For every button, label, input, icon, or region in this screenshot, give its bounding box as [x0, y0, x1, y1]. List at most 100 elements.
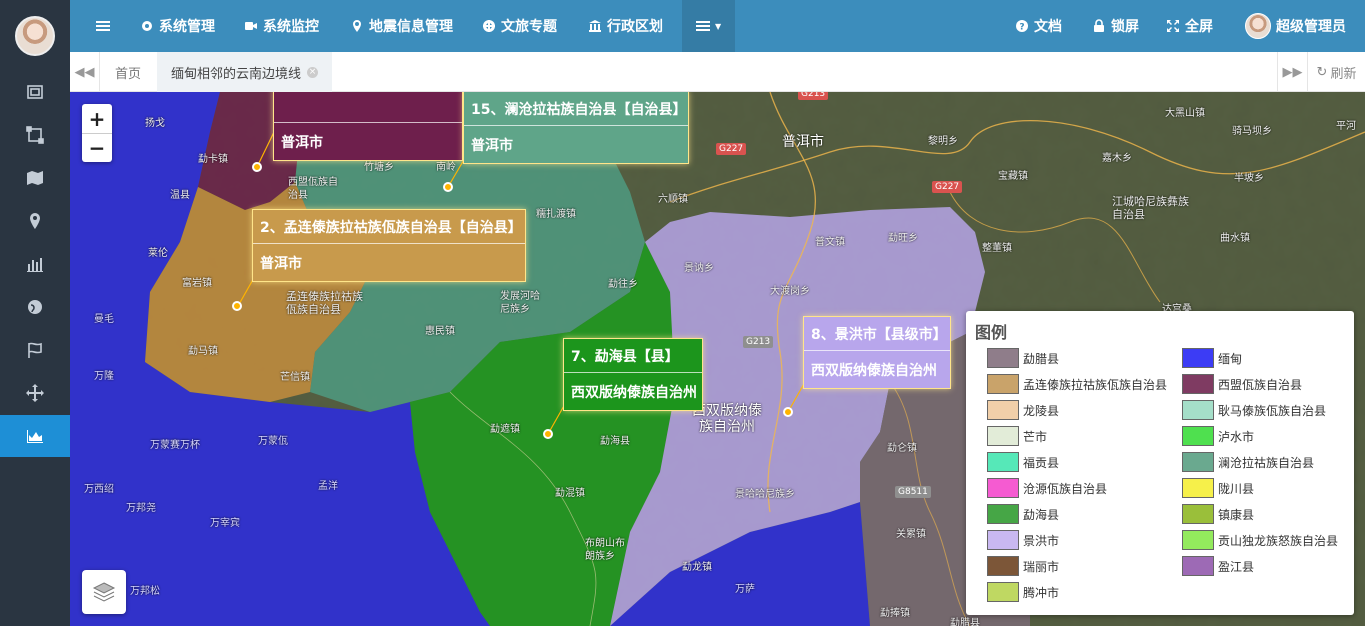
place-label: 勐捧镇	[880, 608, 910, 619]
legend-item[interactable]: 缅甸	[1182, 347, 1242, 369]
tab-scroll-left-button[interactable]: ◀◀	[70, 52, 100, 92]
place-label: 景哈哈尼族乡	[735, 489, 795, 500]
map-pin[interactable]	[232, 301, 242, 311]
place-label: 勐往乡	[608, 279, 638, 290]
legend-item[interactable]: 沧源佤族自治县	[987, 477, 1107, 499]
place-label: 半坡乡	[1234, 173, 1264, 184]
zoom-out-button[interactable]: −	[82, 133, 112, 162]
legend-swatch	[987, 478, 1019, 498]
legend-item[interactable]: 腾冲市	[987, 581, 1059, 603]
layers-button[interactable]	[82, 570, 126, 614]
legend-item[interactable]: 瑞丽市	[987, 555, 1059, 577]
lock-screen-button[interactable]: 锁屏	[1092, 0, 1139, 52]
expand-icon	[1167, 20, 1179, 32]
legend-label: 西盟佤族自治县	[1218, 377, 1303, 392]
place-label: 整董镇	[982, 243, 1012, 254]
callout-menglian[interactable]: 2、孟连傣族拉祜族佤族自治县【自治县】 普洱市	[252, 209, 526, 282]
close-icon[interactable]: ×	[307, 66, 319, 78]
sidebar-item-crop[interactable]	[0, 114, 70, 156]
legend-label: 耿马傣族佤族自治县	[1218, 403, 1327, 418]
legend-item[interactable]: 龙陵县	[987, 399, 1059, 421]
place-label: 普洱市	[782, 134, 824, 150]
callout-lancang[interactable]: 15、澜沧拉祜族自治县【自治县】 普洱市	[463, 92, 689, 164]
legend-item[interactable]: 耿马傣族佤族自治县	[1182, 399, 1326, 421]
place-label: 万萨	[735, 584, 755, 595]
callout-title: 2、孟连傣族拉祜族佤族自治县【自治县】	[260, 219, 522, 236]
refresh-button[interactable]: ↻ 刷新	[1307, 52, 1365, 92]
tab-home[interactable]: 首页	[101, 52, 155, 92]
legend-item[interactable]: 盈江县	[1182, 555, 1254, 577]
menu-admin-division[interactable]: 行政区划	[588, 0, 663, 52]
legend-item[interactable]: 景洪市	[987, 529, 1059, 551]
sidebar-item-map[interactable]	[0, 157, 70, 199]
place-label: 勐马镇	[188, 346, 218, 357]
globe-icon	[28, 300, 42, 314]
menu-system-management[interactable]: 系统管理	[140, 0, 215, 52]
legend-swatch	[1182, 348, 1214, 368]
refresh-icon: ↻	[1316, 64, 1328, 80]
sidebar-item-move[interactable]	[0, 372, 70, 414]
sidebar-avatar[interactable]	[15, 16, 55, 56]
tab-scroll-right-button[interactable]: ▶▶	[1277, 52, 1307, 92]
institution-icon	[589, 20, 601, 32]
legend-label: 勐腊县	[1023, 351, 1060, 366]
callout-ximeng[interactable]: 普洱市	[273, 92, 463, 161]
legend-item[interactable]: 镇康县	[1182, 503, 1254, 525]
user-menu[interactable]: 超级管理员	[1245, 0, 1346, 52]
legend-label: 沧源佤族自治县	[1023, 481, 1108, 496]
docs-link[interactable]: ? 文档	[1015, 0, 1062, 52]
tab-label: 缅甸相邻的云南边境线	[171, 66, 302, 82]
area-chart-icon	[27, 430, 43, 443]
callout-jinghong[interactable]: 8、景洪市【县级市】 西双版纳傣族自治州	[803, 316, 951, 389]
tab-border-line[interactable]: 缅甸相邻的云南边境线 ×	[157, 52, 333, 92]
legend-item[interactable]: 贡山独龙族怒族自治县	[1182, 529, 1338, 551]
sidebar-item-flag[interactable]	[0, 329, 70, 371]
place-label: 勐卡镇	[198, 154, 228, 165]
map-pin-icon	[353, 20, 361, 32]
map-view[interactable]: 扬戈 勐卡镇 温县 西盟佤族自治县 竹塘乡 南岭 糯扎渡镇 莱伦 富岩镇 孟连傣…	[70, 92, 1365, 626]
app-root: 系统管理 系统监控 地震信息管理 文旅专题 行政区划 ▼ ? 文档 锁屏 全屏 …	[0, 0, 1365, 626]
sidebar-item-marker[interactable]	[0, 200, 70, 242]
map-pin[interactable]	[252, 162, 262, 172]
menu-toggle-button[interactable]	[96, 0, 110, 52]
legend-item[interactable]: 澜沧拉祜族自治县	[1182, 451, 1314, 473]
legend-label: 景洪市	[1023, 533, 1060, 548]
legend-item[interactable]: 西盟佤族自治县	[1182, 373, 1302, 395]
place-label: 勐混镇	[555, 488, 585, 499]
hamburger-icon	[96, 21, 110, 31]
fullscreen-button[interactable]: 全屏	[1166, 0, 1213, 52]
legend-item[interactable]: 陇川县	[1182, 477, 1254, 499]
place-label: 万隆	[94, 371, 114, 382]
legend-item[interactable]: 勐海县	[987, 503, 1059, 525]
legend-item[interactable]: 勐腊县	[987, 347, 1059, 369]
sidebar-item-area-chart[interactable]	[0, 415, 70, 457]
legend-label: 龙陵县	[1023, 403, 1060, 418]
place-label: 万蒙佤	[258, 436, 288, 447]
map-pin[interactable]	[543, 429, 553, 439]
tab-bar: ◀◀ 首页 缅甸相邻的云南边境线 × ▶▶ ↻ 刷新	[70, 52, 1365, 92]
sidebar-item-frame[interactable]	[0, 71, 70, 113]
map-pin[interactable]	[443, 182, 453, 192]
menu-more-dropdown[interactable]: ▼	[682, 0, 736, 52]
callout-menghai[interactable]: 7、勐海县【县】 西双版纳傣族自治州	[563, 338, 703, 411]
callout-subtitle: 西双版纳傣族自治州	[564, 372, 702, 410]
menu-label: 系统管理	[159, 19, 215, 35]
place-label: 勐龙镇	[682, 562, 712, 573]
menu-system-monitor[interactable]: 系统监控	[244, 0, 319, 52]
sidebar-item-globe[interactable]	[0, 286, 70, 328]
place-label: 景讷乡	[684, 263, 714, 274]
map-pin[interactable]	[783, 407, 793, 417]
menu-earthquake-info[interactable]: 地震信息管理	[350, 0, 453, 52]
sidebar-item-bar-chart[interactable]	[0, 243, 70, 285]
place-label: 黎明乡	[928, 136, 958, 147]
legend-item[interactable]: 芒市	[987, 425, 1047, 447]
road-shield: G213	[743, 336, 774, 348]
menu-culture-tourism[interactable]: 文旅专题	[482, 0, 557, 52]
legend-item[interactable]: 福贡县	[987, 451, 1059, 473]
zoom-in-button[interactable]: +	[82, 104, 112, 133]
marker-icon	[30, 213, 40, 229]
place-label: 万邦尧	[126, 503, 156, 514]
legend-item[interactable]: 孟连傣族拉祜族佤族自治县	[987, 373, 1167, 395]
legend-item[interactable]: 泸水市	[1182, 425, 1254, 447]
menu-label: 行政区划	[607, 19, 663, 35]
